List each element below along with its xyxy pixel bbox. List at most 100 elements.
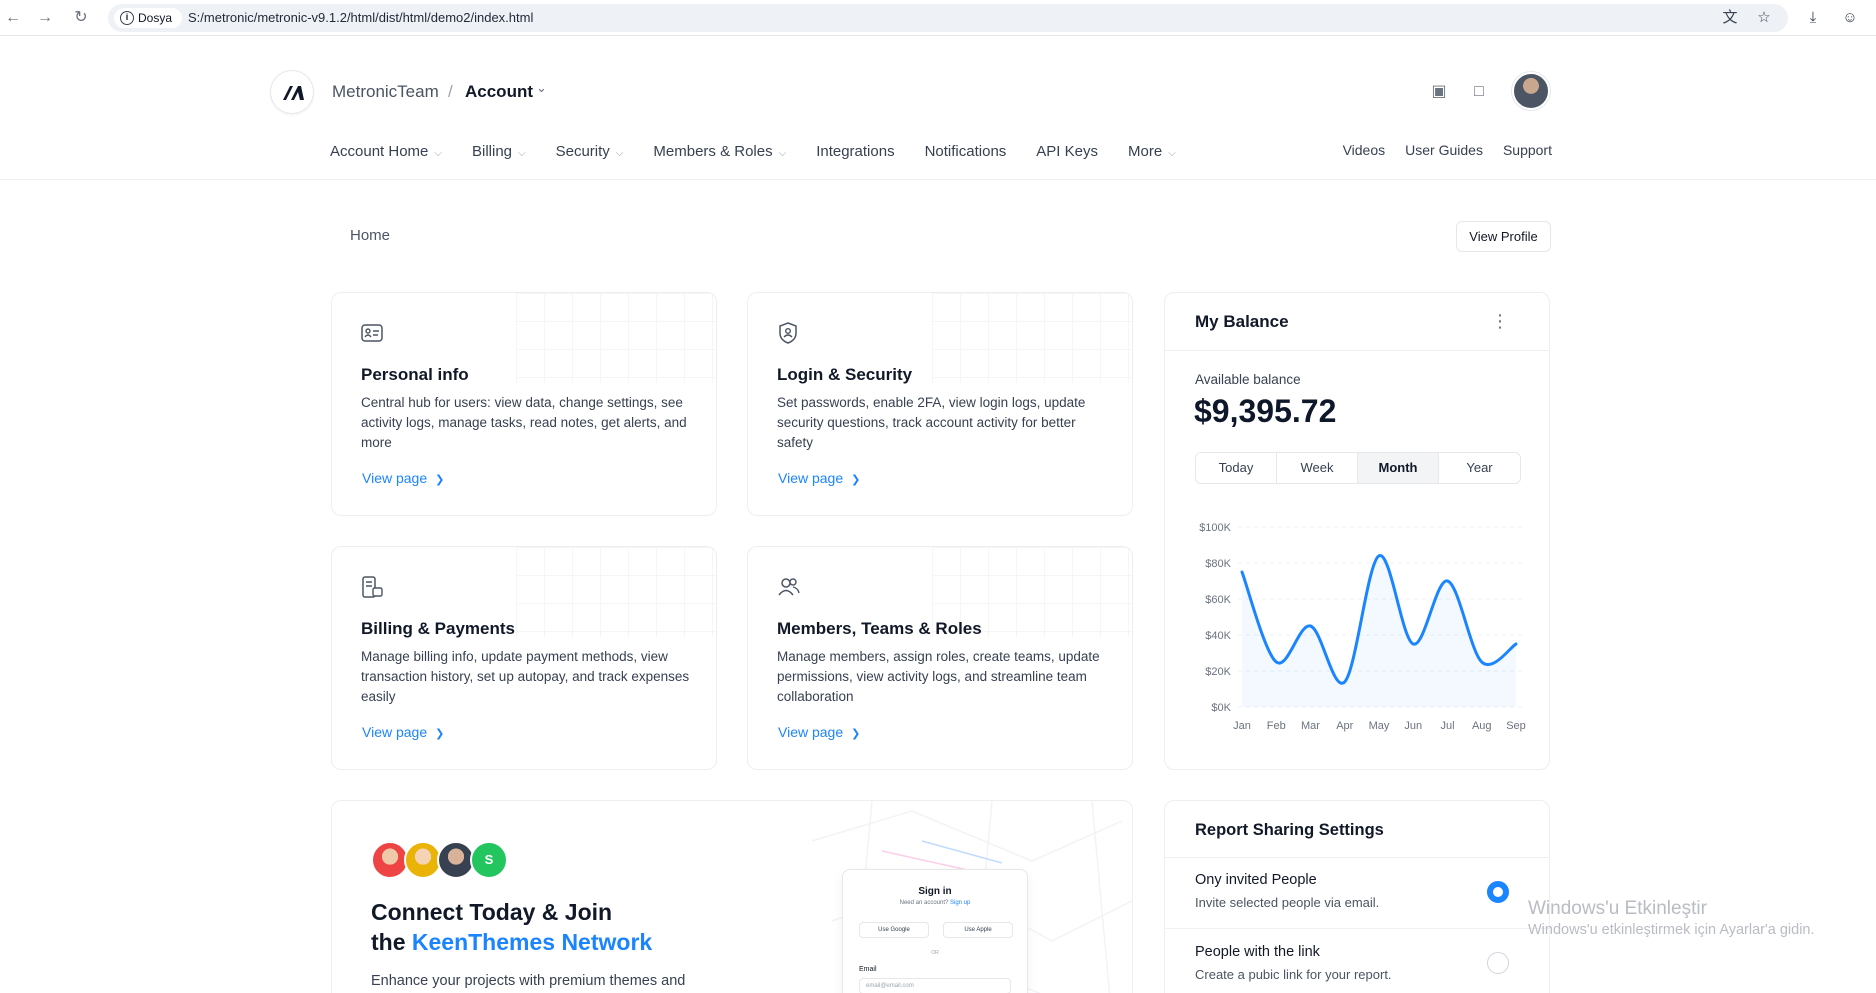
bookmark-star-icon[interactable]: ☆ [1752, 6, 1776, 30]
notifications-icon[interactable]: ▣ [1427, 80, 1451, 104]
link-label: View page [778, 724, 844, 740]
radio-people-with-link[interactable] [1487, 952, 1509, 974]
account-switcher[interactable]: Account [465, 82, 533, 102]
address-bar[interactable]: i Dosya S:/metronic/metronic-v9.1.2/html… [108, 4, 1788, 32]
translate-icon[interactable]: 文 [1718, 6, 1742, 30]
available-balance-label: Available balance [1195, 372, 1301, 387]
watermark-line2: Windows'u etkinleştirmek için Ayarlar'a … [1528, 922, 1815, 938]
nav-integrations[interactable]: Integrations [816, 140, 894, 164]
download-icon[interactable]: ⤓ [1801, 6, 1825, 30]
period-today[interactable]: Today [1196, 453, 1277, 483]
nav-members-roles[interactable]: Members & Roles ⌵ [653, 140, 786, 164]
card-title: Personal info [361, 365, 469, 384]
x-tick-label: Apr [1336, 720, 1353, 732]
promo-title-highlight[interactable]: KeenThemes Network [412, 929, 652, 955]
card-description: Set passwords, enable 2FA, view login lo… [777, 395, 1086, 450]
x-tick-label: Jun [1404, 720, 1422, 732]
back-icon[interactable]: ← [2, 7, 24, 29]
activation-watermark: Windows'u Etkinleştir Windows'u etkinleş… [1528, 898, 1815, 938]
keenthemes-promo-card: S Connect Today & Join the KeenThemes Ne… [331, 800, 1133, 993]
y-tick-label: $0K [1211, 702, 1231, 714]
balance-line-chart: $0K $20K $40K $60K $80K $100K Jan Feb Mar Apr May J… [1199, 522, 1526, 732]
y-tick-label: $40K [1205, 630, 1231, 642]
google-button: Use Google [859, 922, 929, 938]
promo-title: Connect Today & Join the KeenThemes Netw… [371, 897, 652, 957]
period-week[interactable]: Week [1277, 453, 1358, 483]
y-tick-label: $20K [1205, 666, 1231, 678]
chevron-right-icon: ❯ [435, 728, 445, 740]
view-page-link[interactable]: View page ❯ [778, 724, 860, 740]
chevron-down-icon: ⌵ [615, 148, 624, 159]
divider [1165, 928, 1549, 929]
more-vertical-icon[interactable]: ⋮ [1491, 311, 1509, 332]
nav-user-guides[interactable]: User Guides [1405, 142, 1483, 158]
nav-notifications[interactable]: Notifications [925, 140, 1007, 164]
chevron-right-icon: ❯ [851, 728, 861, 740]
nav-billing[interactable]: Billing ⌵ [472, 140, 526, 164]
nav-account-home[interactable]: Account Home ⌵ [330, 140, 442, 164]
x-tick-label: Aug [1472, 720, 1492, 732]
users-icon [777, 576, 801, 600]
promo-description: Enhance your projects with premium theme… [371, 973, 686, 989]
nav-support[interactable]: Support [1503, 142, 1552, 158]
info-icon: i [120, 11, 134, 25]
nav-security[interactable]: Security ⌵ [556, 140, 624, 164]
nav-videos[interactable]: Videos [1343, 142, 1386, 158]
nav-more[interactable]: More ⌵ [1128, 140, 1176, 164]
logo-mark-icon [283, 86, 304, 100]
period-year[interactable]: Year [1439, 453, 1520, 483]
personal-info-card: Personal info Central hub for users: vie… [331, 292, 717, 516]
or-divider: OR [931, 950, 939, 956]
url-text[interactable]: S:/metronic/metronic-v9.1.2/html/dist/ht… [188, 4, 533, 32]
view-page-link[interactable]: View page ❯ [362, 724, 444, 740]
card-title: Login & Security [777, 365, 913, 384]
user-avatar[interactable] [1512, 72, 1550, 110]
chat-icon[interactable]: □ [1467, 80, 1491, 104]
members-teams-card: Members, Teams & Roles Manage members, a… [747, 546, 1133, 770]
balance-title: My Balance [1195, 312, 1289, 331]
email-label: Email [859, 966, 877, 973]
radio-invited-people[interactable] [1487, 881, 1509, 903]
reload-icon[interactable]: ↻ [70, 7, 92, 29]
watermark-line1: Windows'u Etkinleştir [1528, 898, 1707, 919]
view-profile-button[interactable]: View Profile [1456, 221, 1551, 252]
team-name[interactable]: MetronicTeam [332, 82, 439, 102]
nav-label: API Keys [1036, 143, 1098, 160]
divider [1165, 857, 1549, 858]
chevron-right-icon: ❯ [851, 474, 861, 486]
header-divider [0, 179, 1876, 180]
apple-button: Use Apple [943, 922, 1013, 938]
nav-label: Security [555, 143, 610, 160]
card-title: Billing & Payments [361, 619, 515, 638]
card-title: Members, Teams & Roles [777, 619, 982, 638]
period-month[interactable]: Month [1358, 453, 1439, 483]
period-toggle: Today Week Month Year [1195, 452, 1521, 484]
promo-title-prefix: the [371, 929, 412, 955]
divider [1165, 350, 1549, 351]
promo-title-line1: Connect Today & Join [371, 899, 613, 925]
nav-api-keys[interactable]: API Keys [1036, 140, 1098, 164]
shield-user-icon [777, 322, 801, 346]
site-info-label: Dosya [138, 11, 173, 25]
chevron-down-icon: ⌵ [434, 148, 442, 159]
view-page-link[interactable]: View page ❯ [362, 470, 444, 486]
view-page-link[interactable]: View page ❯ [778, 470, 860, 486]
id-card-icon [361, 322, 385, 346]
site-info-chip[interactable]: i Dosya [114, 8, 183, 28]
profile-icon[interactable]: ☺ [1838, 6, 1862, 30]
option-title: Ony invited People [1195, 872, 1317, 888]
browser-toolbar: ← → ↻ i Dosya S:/metronic/metronic-v9.1.… [0, 0, 1876, 36]
email-field: email@email.com [859, 978, 1011, 993]
x-tick-label: Sep [1506, 720, 1526, 732]
nav-label: Integrations [816, 143, 895, 160]
app-logo[interactable] [270, 70, 314, 114]
nav-label: Account Home [330, 143, 429, 160]
balance-card: My Balance ⋮ Available balance $9,395.72… [1164, 292, 1550, 770]
breadcrumb: Home [350, 227, 391, 244]
option-description: Create a pubic link for your report. [1195, 967, 1392, 982]
chevron-down-icon[interactable]: ⌄ [536, 80, 547, 96]
forward-icon[interactable]: → [34, 7, 56, 29]
card-description: Central hub for users: view data, change… [361, 395, 687, 450]
x-tick-label: Jan [1233, 720, 1251, 732]
report-sharing-card: Report Sharing Settings Ony invited Peop… [1164, 800, 1550, 993]
